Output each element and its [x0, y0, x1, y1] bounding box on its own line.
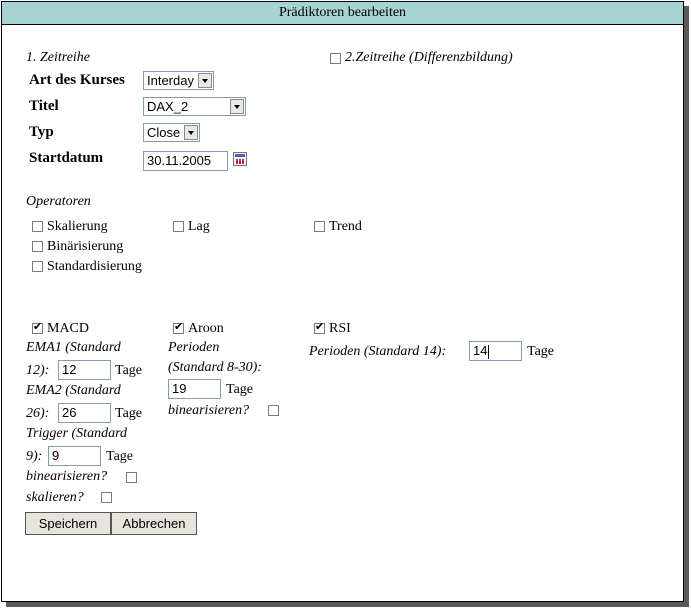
- ema2-label-line1: EMA2 (Standard: [26, 383, 121, 398]
- cancel-button[interactable]: Abbrechen: [111, 512, 197, 535]
- kurs-select-value: Interday: [147, 73, 194, 88]
- chevron-down-icon: [230, 99, 244, 114]
- standardisierung-label: Standardisierung: [47, 259, 142, 274]
- startdatum-input[interactable]: 30.11.2005: [143, 151, 228, 171]
- series2-checkbox[interactable]: [330, 53, 341, 64]
- binarisierung-label: Binärisierung: [47, 239, 124, 254]
- ema2-input[interactable]: 26: [58, 403, 111, 423]
- trend-label: Trend: [329, 219, 362, 234]
- series1-heading: 1. Zeitreihe: [26, 50, 91, 65]
- aroon-binearisieren-checkbox[interactable]: [268, 405, 279, 416]
- titel-select-value: DAX_2: [147, 99, 189, 114]
- ema2-tage: Tage: [115, 406, 143, 421]
- trigger-label-line1: Trigger (Standard: [26, 426, 127, 441]
- chevron-down-icon: [198, 73, 212, 88]
- lag-label: Lag: [188, 219, 210, 234]
- rsi-perioden-label: Perioden (Standard 14):: [309, 344, 447, 359]
- window-shadow-bottom: [6, 602, 689, 607]
- dialog-window: Prädiktoren bearbeiten 1. Zeitreihe Art …: [1, 1, 684, 602]
- binarisierung-checkbox[interactable]: [32, 241, 43, 252]
- trigger-input[interactable]: 9: [48, 446, 101, 466]
- macd-skalieren-label: skalieren?: [26, 490, 84, 505]
- macd-binearisieren-label: binearisieren?: [26, 469, 108, 484]
- kurs-label: Art des Kurses: [29, 72, 125, 88]
- operatoren-heading: Operatoren: [26, 194, 91, 209]
- text-cursor: [488, 344, 490, 359]
- titel-select[interactable]: DAX_2: [143, 97, 246, 116]
- ema2-label-line2: 26):: [26, 406, 50, 421]
- aroon-label: Aroon: [188, 321, 224, 336]
- typ-label: Typ: [29, 124, 54, 140]
- aroon-perioden-input[interactable]: 19: [168, 379, 221, 399]
- trend-checkbox[interactable]: [314, 221, 325, 232]
- aroon-perioden-line1: Perioden: [168, 340, 220, 355]
- typ-select-value: Close: [147, 125, 181, 140]
- macd-skalieren-checkbox[interactable]: [101, 492, 112, 503]
- chevron-down-icon: [184, 125, 198, 140]
- ema1-input[interactable]: 12: [58, 360, 111, 380]
- macd-checkbox[interactable]: [32, 320, 43, 334]
- standardisierung-checkbox[interactable]: [32, 261, 43, 272]
- rsi-perioden-input[interactable]: 14: [469, 341, 522, 361]
- calendar-icon[interactable]: [233, 152, 247, 166]
- save-button[interactable]: Speichern: [25, 512, 111, 535]
- rsi-label: RSI: [329, 321, 351, 336]
- trigger-label-line2: 9):: [26, 449, 43, 464]
- startdatum-label: Startdatum: [29, 150, 104, 166]
- ema1-label-line2: 12):: [26, 363, 50, 378]
- typ-select[interactable]: Close: [143, 123, 200, 142]
- lag-checkbox[interactable]: [173, 221, 184, 232]
- trigger-tage: Tage: [106, 449, 134, 464]
- window-shadow-right: [684, 6, 689, 606]
- skalierung-label: Skalierung: [47, 219, 108, 234]
- ema1-tage: Tage: [115, 363, 143, 378]
- kurs-select[interactable]: Interday: [143, 71, 214, 90]
- titel-label: Titel: [29, 98, 59, 114]
- aroon-tage: Tage: [226, 382, 254, 397]
- rsi-tage: Tage: [527, 344, 555, 359]
- rsi-perioden-value: 14: [473, 343, 488, 358]
- aroon-checkbox[interactable]: [173, 320, 184, 334]
- aroon-perioden-line2: (Standard 8-30):: [168, 360, 262, 375]
- macd-label: MACD: [47, 321, 90, 336]
- dialog-title: Prädiktoren bearbeiten: [2, 2, 683, 25]
- rsi-checkbox[interactable]: [314, 320, 325, 334]
- aroon-binearisieren-label: binearisieren?: [168, 403, 250, 418]
- macd-binearisieren-checkbox[interactable]: [126, 472, 137, 483]
- ema1-label-line1: EMA1 (Standard: [26, 340, 121, 355]
- skalierung-checkbox[interactable]: [32, 221, 43, 232]
- series2-label: 2.Zeitreihe (Differenzbildung): [345, 50, 513, 65]
